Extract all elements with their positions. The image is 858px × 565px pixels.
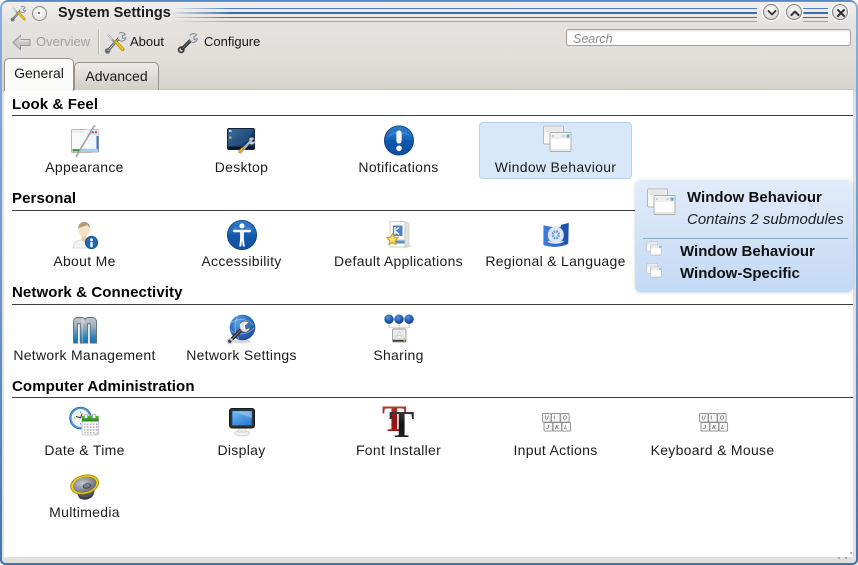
svg-text:K: K: [555, 425, 559, 431]
svg-text:K: K: [712, 425, 716, 431]
svg-text:T: T: [389, 404, 414, 446]
svg-text:O: O: [562, 416, 567, 422]
svg-text:O: O: [719, 416, 724, 422]
svg-text:J: J: [702, 425, 706, 431]
svg-text:U: U: [544, 416, 548, 422]
svg-text:L: L: [721, 425, 724, 431]
svg-text:L: L: [564, 425, 567, 431]
svg-text:U: U: [701, 416, 705, 422]
svg-text:J: J: [545, 425, 549, 431]
